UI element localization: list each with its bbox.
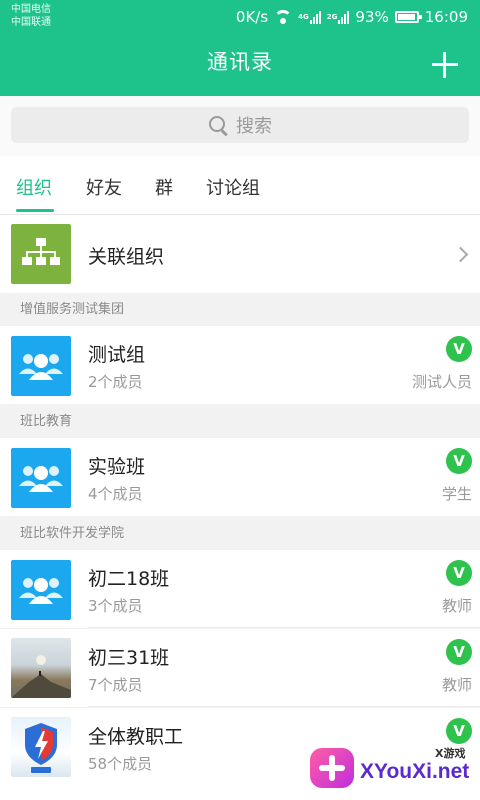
signal-2: 2G [326,10,350,24]
role-label: 学生 [441,485,472,503]
member-count: 2个成员 [88,373,143,391]
watermark-label: X游戏 [435,747,466,760]
security-shield-icon [25,723,57,773]
group-avatar [11,560,71,620]
group-people-icon [19,466,63,492]
verified-badge: V [446,448,472,474]
group-avatar [11,336,71,396]
linked-org-label: 关联组织 [88,246,165,268]
role-label: 教师 [441,676,472,694]
group-name: 初三31班 [88,647,170,669]
battery-percent: 93% [355,8,389,26]
group-name: 全体教职工 [88,726,184,748]
search-input[interactable]: 搜索 [11,107,469,143]
group-name: 测试组 [88,344,146,366]
clock: 16:09 [424,8,468,26]
active-tab-indicator [16,209,54,212]
section-title: 增值服务测试集团 [20,302,125,317]
tab-discussion[interactable]: 讨论组 [206,174,260,200]
network-speed: 0K/s [235,8,269,26]
signal-1: 4G [298,10,321,24]
list-item[interactable]: 初二18班 3个成员 V 教师 [0,550,480,628]
member-count: 7个成员 [88,676,143,694]
shield-avatar [11,717,71,777]
section-title: 班比软件开发学院 [20,526,125,541]
watermark-logo-icon [310,748,354,788]
search-area: 搜索 [0,96,480,156]
status-indicators: 0K/s 4G 2G 93% 16:09 [236,6,468,28]
list-item[interactable]: 实验班 4个成员 V 学生 [0,438,480,516]
landscape-photo [11,655,71,698]
group-people-icon [19,578,63,604]
section-header: 班比教育 [0,406,480,438]
list-item[interactable]: 初三31班 7个成员 V 教师 [0,629,480,707]
carrier-2: 中国联通 [11,17,51,28]
verified-badge: V [446,560,472,586]
group-people-icon [19,354,63,380]
tab-friends[interactable]: 好友 [86,174,122,200]
tab-bar: 组织 好友 群 讨论组 [0,156,480,215]
section-header: 增值服务测试集团 [0,294,480,326]
tab-groups[interactable]: 群 [155,174,173,200]
battery-icon [394,11,422,23]
chevron-right-icon [452,246,469,263]
group-name: 初二18班 [88,568,170,590]
org-tree-icon [11,224,71,284]
role-label: 测试人员 [411,373,472,391]
tab-organization[interactable]: 组织 [16,174,52,200]
group-avatar [11,448,71,508]
section-title: 班比教育 [20,414,73,429]
group-name: 实验班 [88,456,146,478]
verified-badge: V [446,639,472,665]
photo-avatar [11,638,71,698]
page-title: 通讯录 [207,50,273,74]
org-chart-icon [22,238,60,265]
search-icon [208,115,228,135]
watermark-brand: XYouXi.net [360,760,470,783]
status-bar: 中国电信 中国联通 0K/s 4G 2G 93% 16:09 [0,0,480,34]
member-count: 58个成员 [88,755,153,773]
signal-bars-icon [338,10,350,24]
wifi-icon [274,10,293,24]
search-placeholder: 搜索 [236,116,272,137]
role-label: 教师 [441,597,472,615]
verified-badge: V [446,336,472,362]
member-count: 4个成员 [88,485,143,503]
member-count: 3个成员 [88,597,143,615]
signal-bars-icon [309,10,321,24]
network-type-1: 4G [298,12,309,21]
watermark: X游戏 XYouXi.net [300,738,480,800]
carrier-1: 中国电信 [11,4,51,15]
carrier-labels: 中国电信 中国联通 [11,3,51,29]
list-item[interactable]: 测试组 2个成员 V 测试人员 [0,326,480,404]
network-type-2: 2G [326,12,338,21]
top-bar: 中国电信 中国联通 0K/s 4G 2G 93% 16:09 通讯录 [0,0,480,96]
section-header: 班比软件开发学院 [0,518,480,550]
linked-organization-row[interactable]: 关联组织 [0,215,480,293]
add-icon[interactable] [432,52,458,78]
